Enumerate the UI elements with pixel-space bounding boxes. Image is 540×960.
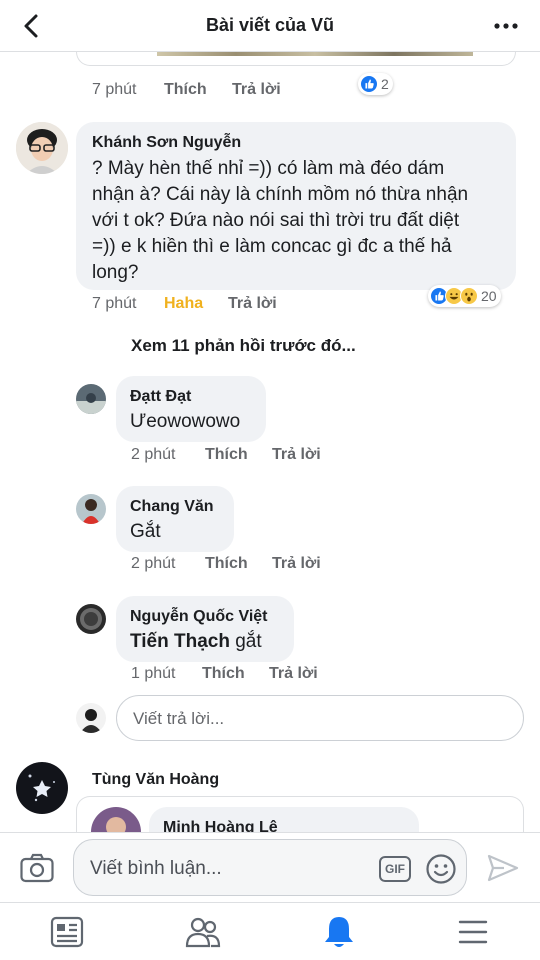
app-root: Bài viết của Vũ 7 phút Thích Trả lời 2 K… [0,0,540,960]
reply-input[interactable]: Viết trả lời... [116,695,524,741]
like-link[interactable]: Thích [202,665,245,682]
comment-time: 7 phút [92,81,137,98]
page-title: Bài viết của Vũ [205,15,335,35]
comment-meta: 7 phút [92,81,136,99]
bottom-tab-bar [0,902,540,960]
reply-text: Tiến Thạch gắt [130,631,262,652]
view-previous-replies-link[interactable]: Xem 11 phản hồi trước đó... [131,336,356,356]
send-icon[interactable] [486,853,520,883]
more-icon[interactable] [492,14,520,38]
comment-text: ? Mày hèn thế nhỉ =)) có làm mà đéo dám … [92,158,469,283]
avatar[interactable] [76,604,106,634]
reply-bubble[interactable]: Nguyễn Quốc Việt Tiến Thạch gắt [116,596,294,662]
avatar[interactable] [16,122,68,174]
reply-text: Ưeowowowo [130,411,241,432]
friends-icon[interactable] [185,915,221,949]
nested-author: Minh Hoàng Lê [163,819,278,832]
reply-link[interactable]: Trả lời [228,295,277,312]
comment-time: 7 phút [92,295,137,312]
reply-bubble[interactable]: Chang Văn Gắt [116,486,234,552]
avatar [91,807,141,832]
comments-feed[interactable]: 7 phút Thích Trả lời 2 Khánh Sơn Nguyễn … [0,52,540,832]
comment-composer: Viết bình luận... GIF [0,832,540,902]
reply-time: 2 phút [131,446,176,463]
reply-link[interactable]: Trả lời [272,446,321,463]
notifications-icon[interactable] [322,914,356,950]
reaction-summary[interactable]: 2 [358,73,393,95]
emoji-icon[interactable] [425,853,457,885]
reply-text: Gắt [130,521,161,542]
menu-icon[interactable] [458,918,488,946]
reply-link[interactable]: Trả lời [232,81,281,98]
reply-author[interactable]: Đạtt Đạt [130,388,191,406]
haha-reaction-link[interactable]: Haha [164,295,203,312]
current-user-avatar [76,703,106,733]
reaction-summary[interactable]: 20 [428,285,501,307]
like-reaction-icon [360,75,378,93]
camera-icon[interactable] [20,853,54,883]
reply-link[interactable]: Trả lời [269,665,318,682]
avatar[interactable] [76,494,106,524]
comment-author[interactable]: Tùng Văn Hoàng [92,771,219,789]
avatar[interactable] [16,762,68,814]
reply-author[interactable]: Nguyễn Quốc Việt [130,608,268,626]
shared-post-card[interactable]: Minh Hoàng Lê [76,796,524,832]
like-link[interactable]: Thích [205,555,248,572]
avatar[interactable] [76,384,106,414]
reply-time: 1 phút [131,665,176,682]
comment-bubble[interactable]: Khánh Sơn Nguyễn ? Mày hèn thế nhỉ =)) c… [76,122,516,290]
news-feed-icon[interactable] [50,916,84,948]
like-link[interactable]: Thích [164,81,207,98]
reply-bubble[interactable]: Đạtt Đạt Ưeowowowo [116,376,266,442]
reply-link[interactable]: Trả lời [272,555,321,572]
like-link[interactable]: Thích [205,446,248,463]
gif-icon[interactable]: GIF [379,856,411,882]
comment-author[interactable]: Khánh Sơn Nguyễn [92,134,241,152]
mention-link[interactable]: Tiến Thạch [130,631,230,652]
wow-reaction-icon [460,287,478,305]
top-bar: Bài viết của Vũ [0,0,540,52]
previous-comment-image[interactable] [76,52,516,66]
reply-time: 2 phút [131,555,176,572]
comment-input[interactable]: Viết bình luận... GIF [73,839,467,896]
reply-author[interactable]: Chang Văn [130,498,214,516]
